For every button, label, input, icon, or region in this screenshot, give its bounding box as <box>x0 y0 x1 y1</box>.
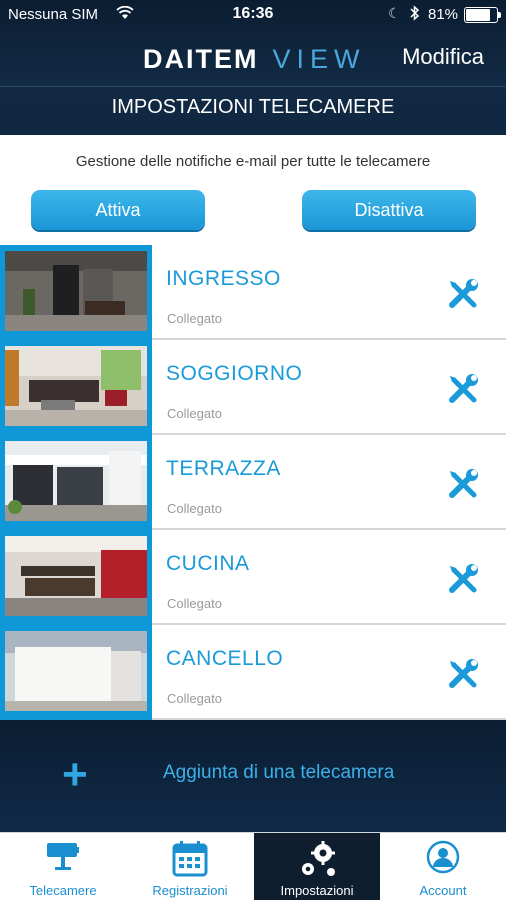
add-camera-button[interactable]: + Aggiunta di una telecamera <box>0 720 506 832</box>
tab-impostazioni[interactable]: Impostazioni <box>254 833 380 900</box>
plus-icon: + <box>62 750 88 799</box>
camera-name: INGRESSO <box>166 267 281 290</box>
camera-thumbnail <box>5 536 147 616</box>
gears-icon <box>295 839 339 886</box>
top-header: Nessuna SIM 16:36 ☾ 81% DAITEM VIEW Modi… <box>0 0 506 135</box>
camera-row-terrazza[interactable]: TERRAZZA Collegato <box>0 435 506 530</box>
tab-telecamere[interactable]: Telecamere <box>0 833 126 900</box>
wrench-screwdriver-icon[interactable] <box>444 370 484 410</box>
wrench-screwdriver-icon[interactable] <box>444 275 484 315</box>
account-icon <box>425 839 461 880</box>
disable-notifications-button[interactable]: Disattiva <box>302 190 476 230</box>
camera-name: CANCELLO <box>166 647 284 670</box>
tab-label: Telecamere <box>29 883 97 898</box>
camera-row-cancello[interactable]: CANCELLO Collegato <box>0 625 506 720</box>
camera-icon <box>43 839 83 878</box>
tab-account[interactable]: Account <box>380 833 506 900</box>
camera-status: Collegato <box>167 691 222 706</box>
notifications-description: Gestione delle notifiche e-mail per tutt… <box>75 153 431 170</box>
email-notifications-panel: Gestione delle notifiche e-mail per tutt… <box>0 135 506 245</box>
wrench-screwdriver-icon[interactable] <box>444 465 484 505</box>
tab-registrazioni[interactable]: Registrazioni <box>126 833 254 900</box>
camera-row-soggiorno[interactable]: SOGGIORNO Collegato <box>0 340 506 435</box>
status-bar: Nessuna SIM 16:36 ☾ 81% <box>0 0 506 30</box>
camera-list: INGRESSO Collegato SOGGIORNO Collegato T… <box>0 245 506 720</box>
camera-thumbnail <box>5 346 147 426</box>
camera-row-ingresso[interactable]: INGRESSO Collegato <box>0 245 506 340</box>
tab-label: Account <box>419 883 467 898</box>
tab-bar: Telecamere Registrazioni Impostazioni Ac… <box>0 832 506 900</box>
camera-thumbnail <box>5 631 147 711</box>
wrench-screwdriver-icon[interactable] <box>444 560 484 600</box>
tab-label: Impostazioni <box>280 883 354 898</box>
edit-button[interactable]: Modifica <box>402 44 484 70</box>
camera-status: Collegato <box>167 311 222 326</box>
battery-percent: 81% <box>428 6 459 23</box>
wrench-screwdriver-icon[interactable] <box>444 655 484 695</box>
camera-thumbnail <box>5 251 147 331</box>
camera-status: Collegato <box>167 501 222 516</box>
tab-label: Registrazioni <box>152 883 228 898</box>
camera-status: Collegato <box>167 406 222 421</box>
camera-name: SOGGIORNO <box>166 362 303 385</box>
app-logo: DAITEM VIEW <box>143 42 366 76</box>
camera-row-cucina[interactable]: CUCINA Collegato <box>0 530 506 625</box>
do-not-disturb-icon: ☾ <box>388 5 401 21</box>
logo-brand-primary: DAITEM <box>143 43 259 74</box>
camera-thumbnail <box>5 441 147 521</box>
bluetooth-icon <box>410 5 420 24</box>
add-camera-label: Aggiunta di una telecamera <box>163 762 395 783</box>
page-title: IMPOSTAZIONI TELECAMERE <box>0 86 506 130</box>
battery-icon <box>464 7 498 23</box>
enable-notifications-button[interactable]: Attiva <box>31 190 205 230</box>
camera-status: Collegato <box>167 596 222 611</box>
camera-name: TERRAZZA <box>166 457 281 480</box>
calendar-icon <box>170 839 210 884</box>
logo-brand-secondary: VIEW <box>272 43 366 74</box>
camera-name: CUCINA <box>166 552 250 575</box>
